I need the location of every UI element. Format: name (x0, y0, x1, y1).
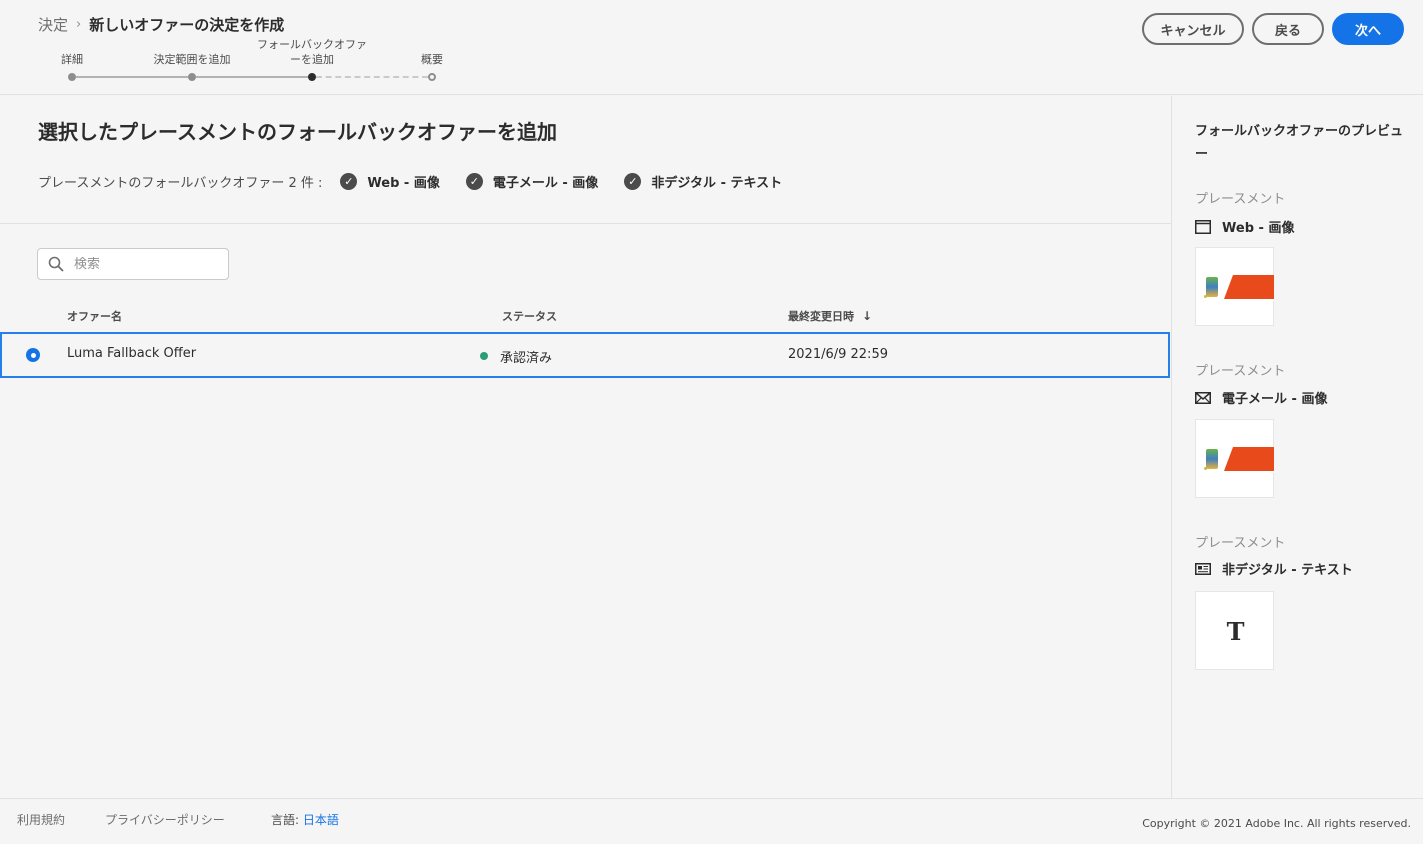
wizard-stepper: 詳細 決定範囲を追加 フォールバックオファ ーを追加 概要 (0, 36, 480, 86)
step-connector (76, 76, 188, 78)
next-button[interactable]: 次へ (1332, 13, 1404, 45)
terms-link[interactable]: 利用規約 (17, 811, 65, 828)
radio-dot (30, 352, 36, 358)
step-connector (196, 76, 308, 78)
logo-dot (1204, 295, 1207, 298)
fallback-item: ✓ 非デジタル - テキスト (624, 172, 782, 191)
newspaper-icon (1195, 562, 1211, 575)
search-box[interactable] (37, 248, 229, 280)
step-dot-add-scope (188, 73, 196, 81)
fallback-item-label: 非デジタル - テキスト (651, 176, 783, 191)
section-title: 選択したプレースメントのフォールバックオファーを追加 (38, 120, 557, 144)
fallback-count-label: プレースメントのフォールバックオファー 2 件 : (38, 176, 323, 191)
step-label-fallback-line1: フォールバックオファ (257, 38, 367, 51)
fallback-item-label: Web - 画像 (367, 176, 440, 191)
fallback-item: ✓ Web - 画像 (340, 172, 440, 191)
preview-panel: フォールバックオファーのプレビュー プレースメント Web - 画像 プレースメ… (1171, 96, 1423, 798)
offer-thumbnail-web (1195, 247, 1274, 326)
divider (0, 223, 1171, 224)
privacy-link[interactable]: プライバシーポリシー (105, 811, 225, 828)
placement-label: プレースメント (1195, 536, 1286, 551)
page-title: 新しいオファーの決定を作成 (89, 16, 285, 34)
preview-title: フォールバックオファーのプレビュー (1195, 124, 1404, 162)
column-header-status[interactable]: ステータス (502, 308, 557, 324)
placement-label: プレースメント (1195, 192, 1286, 207)
offer-name-cell: Luma Fallback Offer (67, 346, 197, 361)
breadcrumb-parent-link[interactable]: 決定 (38, 14, 68, 35)
step-label-details: 詳細 (61, 53, 83, 66)
checkmark-icon: ✓ (340, 173, 358, 190)
fallback-item: ✓ 電子メール - 画像 (465, 172, 599, 191)
product-image (1206, 277, 1218, 297)
placement-name-label: 電子メール - 画像 (1222, 392, 1328, 407)
banner-image (1204, 275, 1274, 301)
step-dot-summary (428, 73, 436, 81)
footer: 利用規約 プライバシーポリシー 言語: 日本語 Copyright © 2021… (0, 798, 1423, 844)
language-link[interactable]: 日本語 (303, 813, 339, 827)
placement-name-label: Web - 画像 (1222, 221, 1295, 236)
offer-thumbnail-email (1195, 419, 1274, 498)
red-banner-shape (1224, 447, 1274, 471)
column-header-offer-name[interactable]: オファー名 (67, 308, 122, 324)
fallback-item-label: 電子メール - 画像 (492, 176, 599, 191)
arrow-down-icon[interactable]: ↓ (862, 309, 872, 323)
modified-date-cell: 2021/6/9 22:59 (788, 347, 888, 362)
step-dot-fallback (308, 73, 316, 81)
cancel-button[interactable]: キャンセル (1142, 13, 1244, 45)
column-header-modified-label: 最終変更日時 (788, 310, 854, 323)
search-input[interactable] (74, 256, 214, 272)
placement-name-label: 非デジタル - テキスト (1222, 563, 1353, 578)
offer-thumbnail-text: T (1195, 591, 1274, 670)
header: 決定 › 新しいオファーの決定を作成 詳細 決定範囲を追加 フォールバックオファ… (0, 0, 1423, 95)
step-label-add-scope: 決定範囲を追加 (153, 53, 231, 66)
breadcrumb: 決定 › 新しいオファーの決定を作成 (38, 14, 284, 35)
checkmark-icon: ✓ (465, 173, 483, 190)
language-label: 言語: (271, 813, 300, 827)
envelope-icon (1195, 391, 1211, 404)
banner-image (1204, 447, 1274, 473)
copyright-text: Copyright © 2021 Adobe Inc. All rights r… (1142, 817, 1411, 830)
column-header-modified[interactable]: 最終変更日時 ↓ (788, 308, 872, 324)
placement-name: 電子メール - 画像 (1195, 388, 1327, 407)
logo-dot (1204, 467, 1207, 470)
search-icon (48, 256, 64, 272)
browser-window-icon (1195, 219, 1211, 234)
main-content: 選択したプレースメントのフォールバックオファーを追加 プレースメントのフォールバ… (0, 96, 1171, 798)
status-cell: 承認済み (500, 351, 553, 366)
table-row[interactable]: Luma Fallback Offer 承認済み 2021/6/9 22:59 (0, 332, 1170, 378)
checkmark-icon: ✓ (624, 173, 642, 190)
step-connector-pending (316, 76, 428, 78)
placement-name: 非デジタル - テキスト (1195, 559, 1353, 578)
red-banner-shape (1224, 275, 1274, 299)
text-type-icon: T (1226, 617, 1245, 646)
step-label-summary: 概要 (421, 53, 443, 66)
chevron-right-icon: › (76, 17, 82, 32)
back-button[interactable]: 戻る (1252, 13, 1324, 45)
fallback-summary: プレースメントのフォールバックオファー 2 件 : ✓ Web - 画像 ✓ 電… (38, 172, 808, 191)
placement-label: プレースメント (1195, 364, 1286, 379)
row-radio-selected[interactable] (26, 348, 40, 362)
step-label-fallback-line2: ーを追加 (290, 53, 334, 66)
step-dot-details (68, 73, 76, 81)
product-image (1206, 449, 1218, 469)
placement-name: Web - 画像 (1195, 217, 1294, 236)
language-selector: 言語: 日本語 (271, 811, 339, 828)
status-approved-dot (480, 352, 488, 360)
